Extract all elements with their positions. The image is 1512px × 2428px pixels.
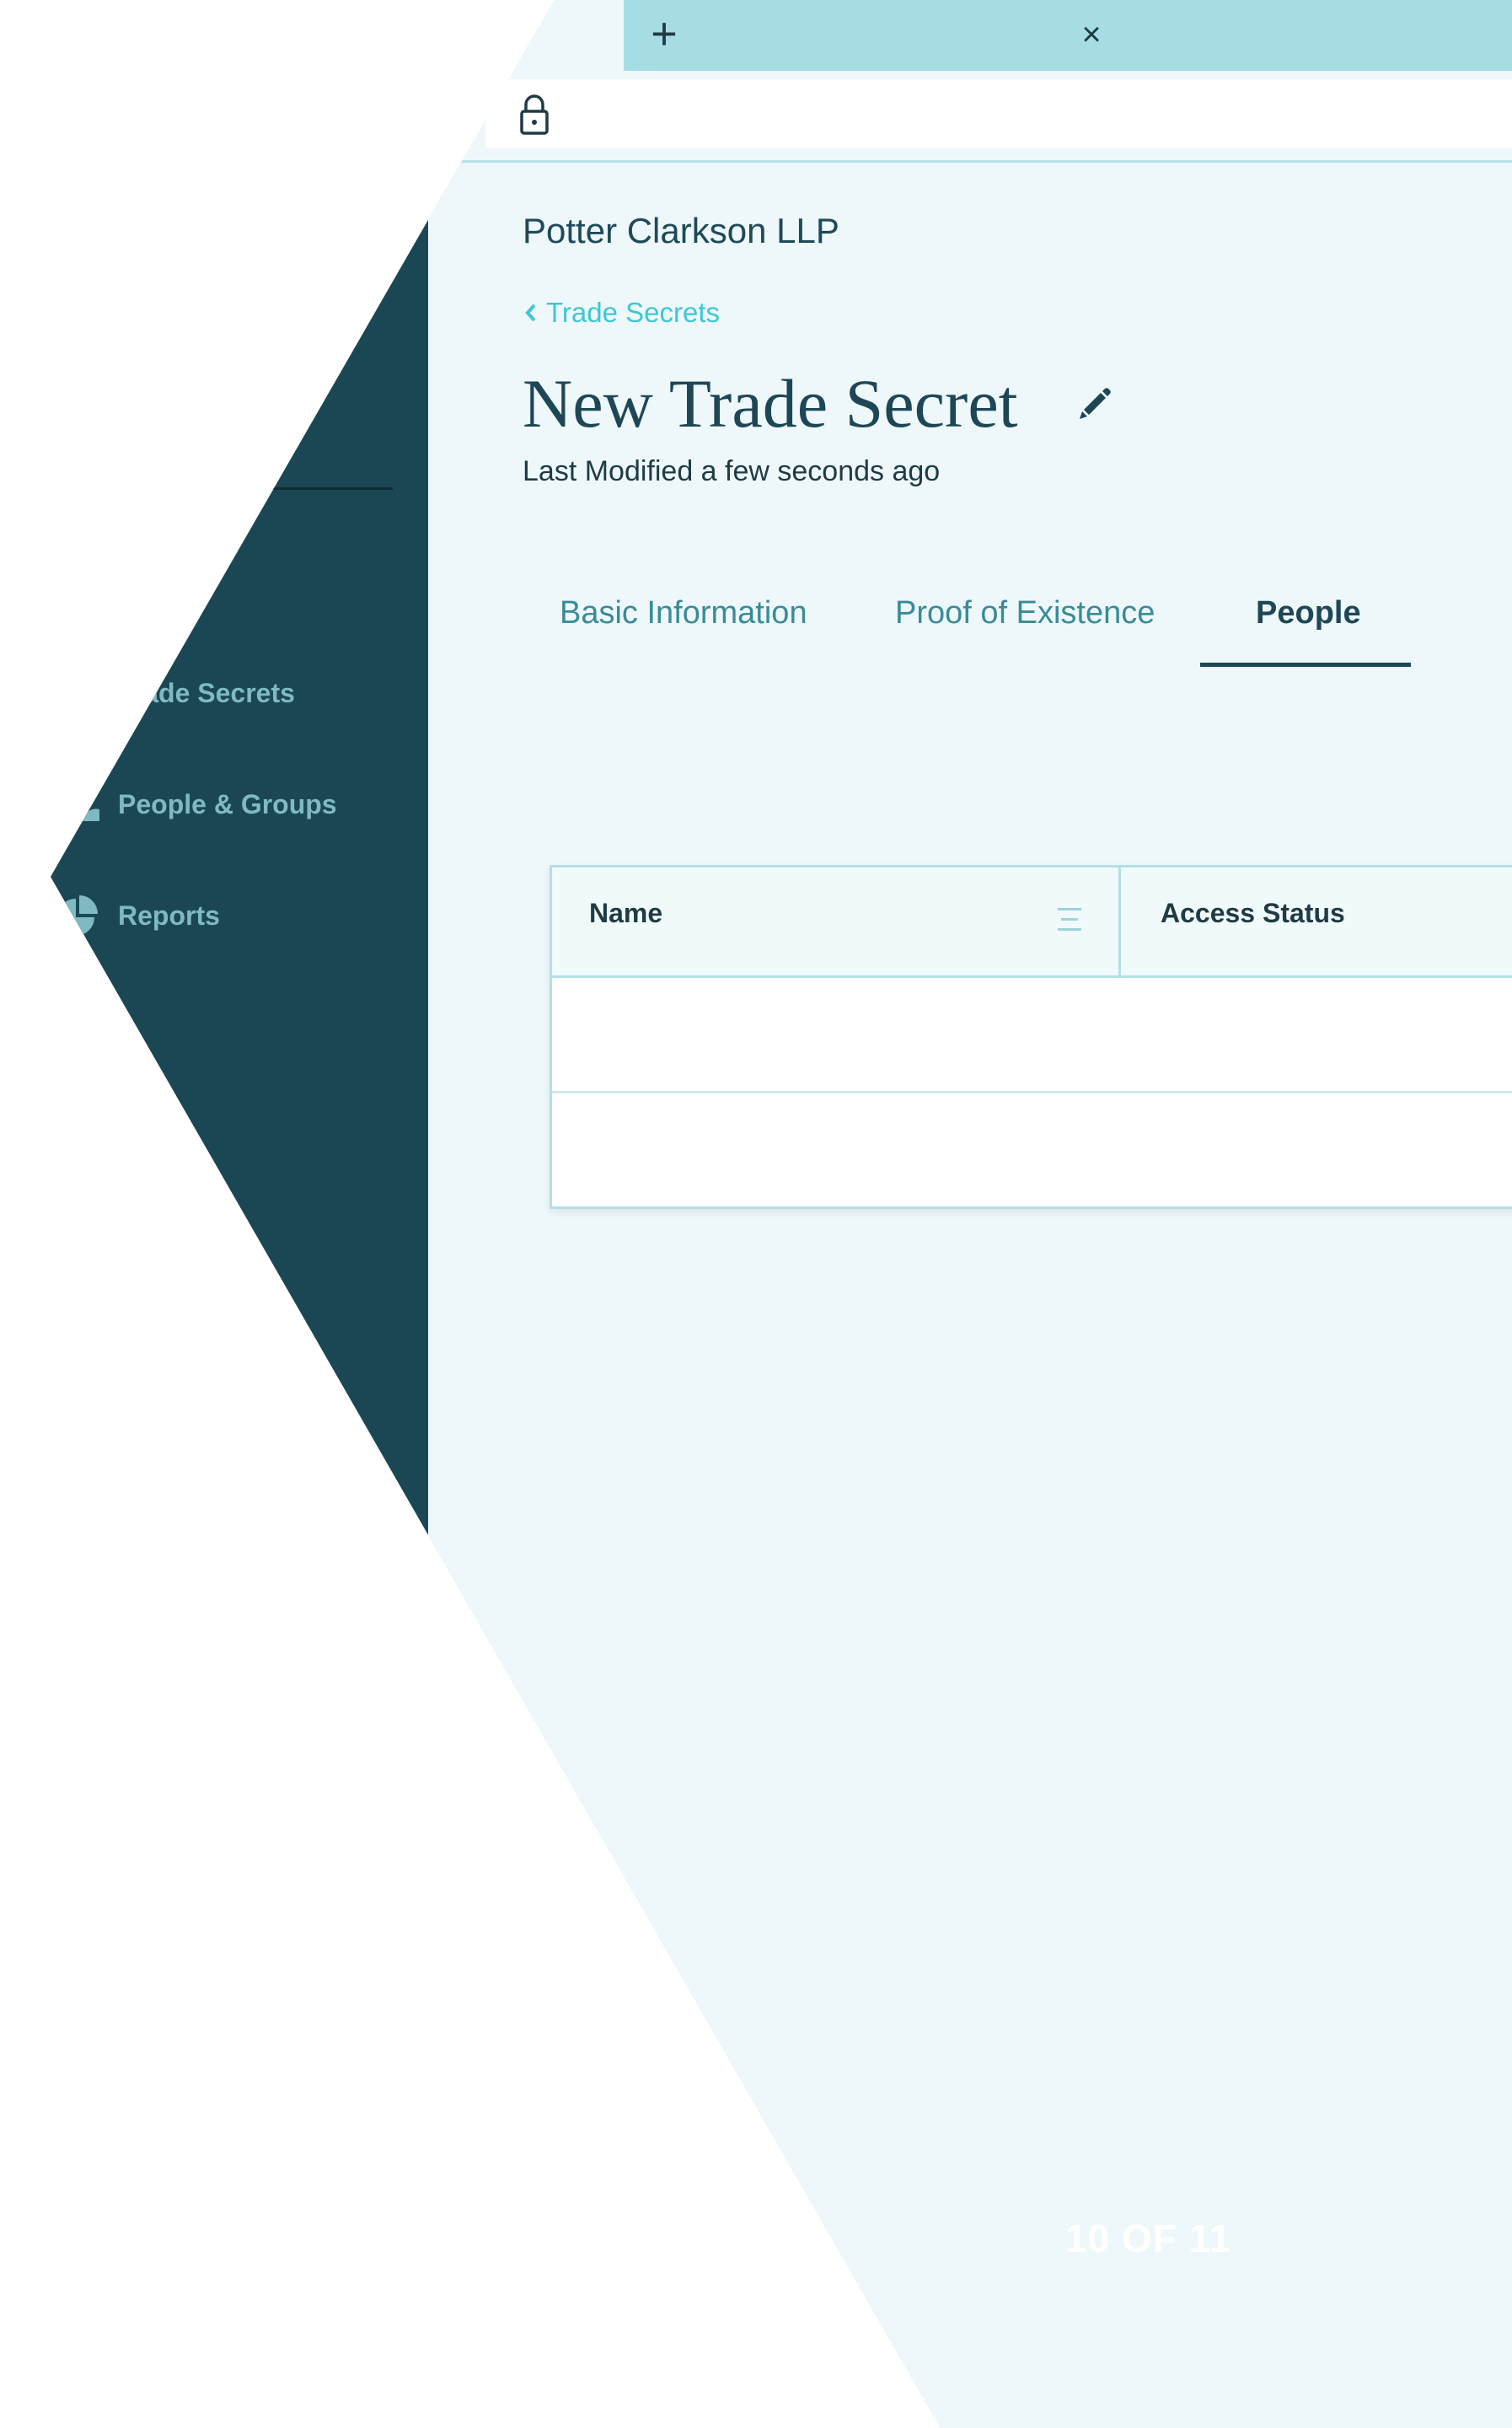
column-menu-icon[interactable] [1056, 905, 1083, 935]
tab-people[interactable]: People [1256, 585, 1361, 641]
slide-scene: × + stry ION e Trade Secrets People & Gr… [0, 0, 1512, 2428]
sidebar-item-label: Trade Secrets [118, 677, 295, 708]
chevron-left-icon [523, 302, 543, 324]
sidebar-item-label: People & Groups [118, 788, 337, 819]
last-modified-text: Last Modified a few seconds ago [523, 455, 941, 487]
lock-icon [51, 666, 105, 720]
logo-subtext: ION [253, 410, 295, 435]
lock-icon [520, 94, 549, 135]
pie-chart-icon [51, 889, 105, 943]
close-tab-icon[interactable]: × [1072, 15, 1111, 54]
organization-name: Potter Clarkson LLP [523, 211, 839, 250]
browser-tab-bar: × + [51, 0, 1512, 71]
tab-proof-of-existence[interactable]: Proof of Existence [895, 585, 1155, 641]
address-field[interactable] [485, 79, 1512, 148]
breadcrumb-label: Trade Secrets [546, 297, 721, 328]
page-title: New Trade Secret [523, 365, 1018, 442]
pencil-icon[interactable] [1077, 384, 1114, 422]
home-icon [51, 555, 105, 609]
sidebar-item-people-groups[interactable]: People & Groups [51, 777, 413, 831]
sidebar-item-label: e [118, 566, 133, 597]
active-tab-indicator [1200, 663, 1411, 667]
column-header-name[interactable]: Name [589, 898, 662, 929]
sidebar-item-trade-secrets[interactable]: Trade Secrets [51, 666, 413, 720]
breadcrumb-back-link[interactable]: Trade Secrets [523, 297, 720, 329]
column-divider[interactable] [1118, 868, 1121, 975]
new-tab-icon[interactable]: + [642, 11, 686, 56]
app-window-frame: × + stry ION e Trade Secrets People & Gr… [51, 0, 1512, 2428]
table-header: Name Access Status [552, 868, 1512, 978]
sidebar-item-label: Reports [118, 900, 220, 931]
logo-text: stry [276, 365, 327, 399]
column-header-access-status[interactable]: Access Status [1161, 898, 1345, 929]
logo-divider [51, 487, 393, 490]
slide-counter: 10 OF 11 [1065, 2216, 1232, 2260]
sidebar [51, 163, 428, 2428]
people-icon [51, 777, 105, 831]
table-row [552, 1093, 1512, 1206]
table-row [552, 978, 1512, 1093]
tab-basic-information[interactable]: Basic Information [560, 585, 807, 641]
people-table: Name Access Status [550, 865, 1512, 1209]
sidebar-item-home[interactable]: e [51, 555, 413, 609]
sidebar-item-reports[interactable]: Reports [51, 889, 413, 943]
browser-active-tab[interactable]: × [506, 0, 1102, 71]
address-bar-area [51, 71, 1512, 163]
